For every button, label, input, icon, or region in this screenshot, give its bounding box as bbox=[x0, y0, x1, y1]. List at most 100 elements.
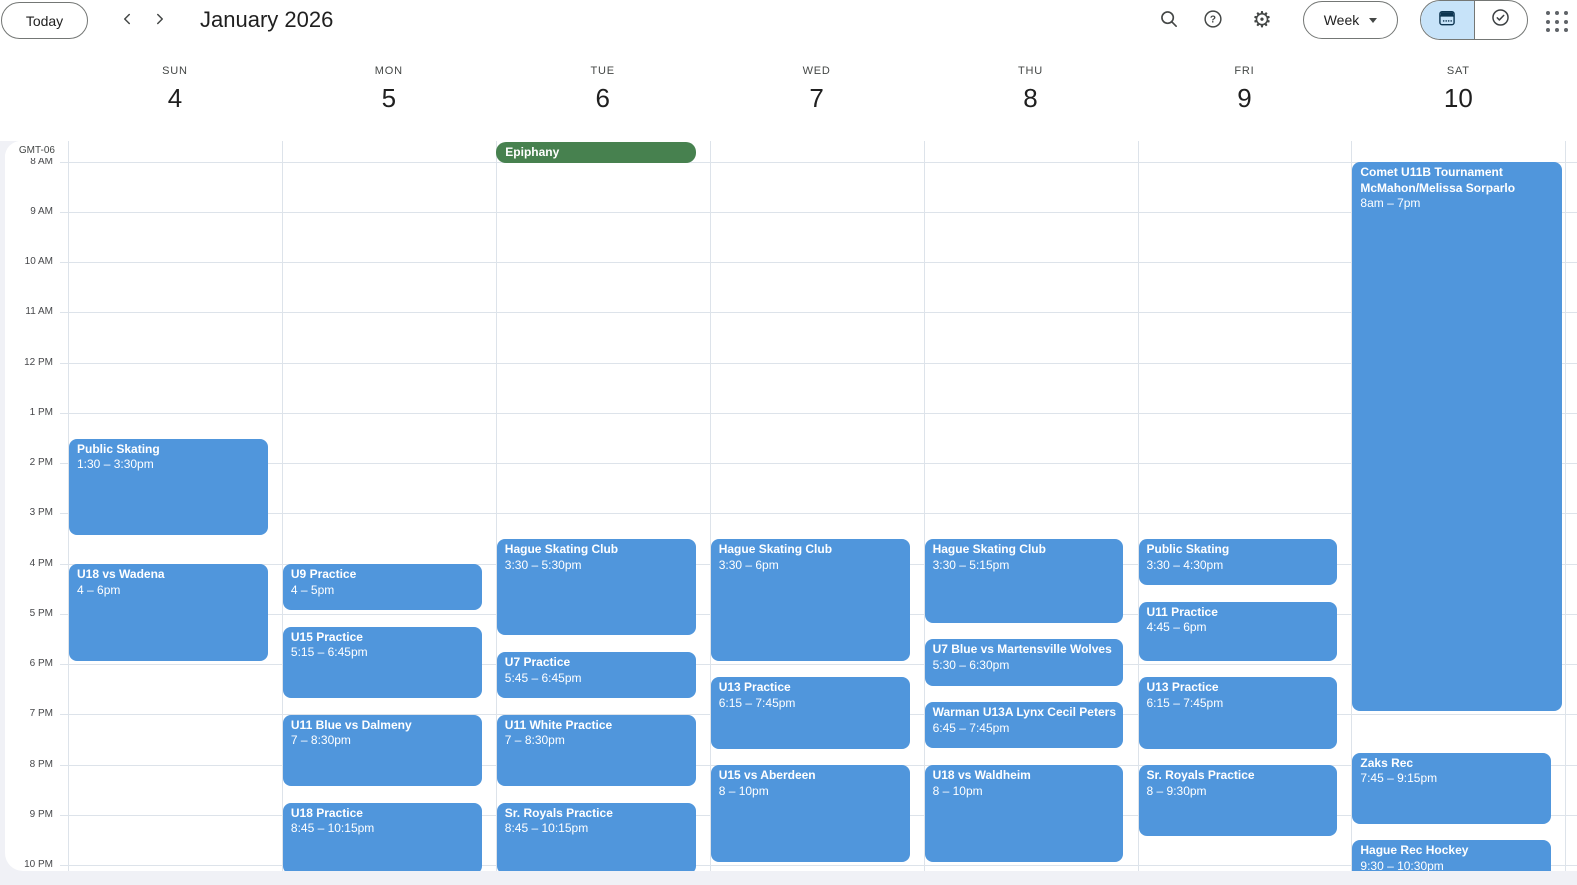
day-column-mon[interactable]: U9 Practice4 – 5pm U15 Practice5:15 – 6:4… bbox=[282, 141, 496, 871]
time-label: 10 PM bbox=[5, 859, 53, 870]
event-title: U13 Practice bbox=[719, 680, 906, 696]
event[interactable]: Public Skating3:30 – 4:30pm bbox=[1139, 539, 1338, 585]
time-label: 9 PM bbox=[5, 809, 53, 820]
event[interactable]: U7 Practice5:45 – 6:45pm bbox=[497, 652, 696, 698]
event[interactable]: U11 Blue vs Dalmeny7 – 8:30pm bbox=[283, 715, 482, 786]
event[interactable]: U11 White Practice7 – 8:30pm bbox=[497, 715, 696, 786]
event[interactable]: U7 Blue vs Martensville Wolves5:30 – 6:3… bbox=[925, 639, 1124, 685]
event[interactable]: U9 Practice4 – 5pm bbox=[283, 564, 482, 610]
event-time: 3:30 – 5:15pm bbox=[933, 558, 1120, 574]
day-column-sun[interactable]: Public Skating1:30 – 3:30pm U18 vs Wadena… bbox=[68, 141, 282, 871]
calendar-view-toggle[interactable] bbox=[1421, 1, 1474, 39]
time-label: 1 PM bbox=[5, 407, 53, 418]
event-title: U11 White Practice bbox=[505, 718, 692, 734]
event-time: 6:15 – 7:45pm bbox=[1147, 696, 1334, 712]
event-time: 4 – 5pm bbox=[291, 583, 478, 599]
today-button[interactable]: Today bbox=[1, 2, 88, 39]
event[interactable]: Zaks Rec7:45 – 9:15pm bbox=[1352, 753, 1551, 824]
previous-week-button[interactable] bbox=[111, 4, 143, 36]
event-time: 8am – 7pm bbox=[1360, 196, 1558, 212]
event[interactable]: U13 Practice6:15 – 7:45pm bbox=[1139, 677, 1338, 748]
event-title: U13 Practice bbox=[1147, 680, 1334, 696]
event[interactable]: U18 vs Waldheim8 – 10pm bbox=[925, 765, 1124, 861]
event[interactable]: U11 Practice4:45 – 6pm bbox=[1139, 602, 1338, 661]
event-title: Warman U13A Lynx Cecil Peters bbox=[933, 705, 1120, 721]
timezone-label: GMT-06 bbox=[5, 145, 55, 156]
allday-event[interactable]: Epiphany bbox=[496, 142, 696, 163]
day-column-sat[interactable]: Comet U11B Tournament McMahon/Melissa So… bbox=[1351, 141, 1565, 871]
event[interactable]: U18 vs Wadena4 – 6pm bbox=[69, 564, 268, 660]
weekday-label: THU bbox=[924, 65, 1138, 77]
weekday-label: SAT bbox=[1351, 65, 1565, 77]
chevron-left-icon bbox=[118, 10, 136, 31]
day-column-thu[interactable]: Hague Skating Club3:30 – 5:15pm U7 Blue v… bbox=[924, 141, 1138, 871]
date-number[interactable]: 4 bbox=[158, 83, 192, 114]
gear-icon: ⚙ bbox=[1252, 9, 1272, 31]
caret-down-icon bbox=[1369, 18, 1377, 23]
search-icon bbox=[1158, 8, 1180, 33]
time-label: 4 PM bbox=[5, 558, 53, 569]
date-number[interactable]: 9 bbox=[1227, 83, 1261, 114]
event-title: Public Skating bbox=[77, 442, 264, 458]
event[interactable]: Public Skating1:30 – 3:30pm bbox=[69, 439, 268, 535]
tasks-check-icon bbox=[1490, 7, 1511, 33]
event[interactable]: U13 Practice6:15 – 7:45pm bbox=[711, 677, 910, 748]
event-title: Hague Rec Hockey bbox=[1360, 843, 1547, 859]
event-time: 1:30 – 3:30pm bbox=[77, 457, 264, 473]
event[interactable]: Hague Rec Hockey9:30 – 10:30pm bbox=[1352, 840, 1551, 871]
settings-notification-dot bbox=[1269, 3, 1277, 11]
weekday-label: MON bbox=[282, 65, 496, 77]
tasks-view-toggle[interactable] bbox=[1474, 1, 1528, 39]
next-week-button[interactable] bbox=[144, 4, 176, 36]
event[interactable]: Comet U11B Tournament McMahon/Melissa So… bbox=[1352, 162, 1562, 711]
event-time: 4:45 – 6pm bbox=[1147, 620, 1334, 636]
event-time: 3:30 – 4:30pm bbox=[1147, 558, 1334, 574]
time-label: 12 PM bbox=[5, 357, 53, 368]
day-column-fri[interactable]: Public Skating3:30 – 4:30pm U11 Practice4… bbox=[1138, 141, 1352, 871]
calendar-tasks-toggle bbox=[1420, 0, 1528, 40]
day-column-wed[interactable]: Hague Skating Club3:30 – 6pm U13 Practice… bbox=[710, 141, 924, 871]
event[interactable]: U18 Practice8:45 – 10:15pm bbox=[283, 803, 482, 871]
event-title: U18 vs Waldheim bbox=[933, 768, 1120, 784]
event-title: Zaks Rec bbox=[1360, 756, 1547, 772]
day-header-fri: FRI 9 bbox=[1138, 55, 1352, 141]
event[interactable]: U15 vs Aberdeen8 – 10pm bbox=[711, 765, 910, 861]
time-label: 5 PM bbox=[5, 608, 53, 619]
event-time: 8 – 10pm bbox=[933, 784, 1120, 800]
view-selector-dropdown[interactable]: Week bbox=[1303, 1, 1398, 39]
event-title: Hague Skating Club bbox=[505, 542, 692, 558]
time-label: 7 PM bbox=[5, 708, 53, 719]
event[interactable]: Hague Skating Club3:30 – 5:30pm bbox=[497, 539, 696, 635]
svg-text:?: ? bbox=[1210, 14, 1216, 25]
week-grid: 8 AM9 AM10 AM11 AM12 PM1 PM2 PM3 PM4 PM5… bbox=[5, 141, 1577, 871]
date-number[interactable]: 8 bbox=[1013, 83, 1047, 114]
day-header-tue: TUE6 bbox=[496, 55, 710, 141]
event-time: 8 – 10pm bbox=[719, 784, 906, 800]
time-label: 3 PM bbox=[5, 507, 53, 518]
date-number[interactable]: 5 bbox=[372, 83, 406, 114]
event[interactable]: Hague Skating Club3:30 – 5:15pm bbox=[925, 539, 1124, 623]
event-time: 5:30 – 6:30pm bbox=[933, 658, 1120, 674]
search-button[interactable] bbox=[1149, 0, 1189, 40]
event[interactable]: Warman U13A Lynx Cecil Peters6:45 – 7:45… bbox=[925, 702, 1124, 748]
day-column-tue[interactable]: Epiphany Hague Skating Club3:30 – 5:30pm U… bbox=[496, 141, 710, 871]
event[interactable]: Sr. Royals Practice8 – 9:30pm bbox=[1139, 765, 1338, 836]
event[interactable]: U15 Practice5:15 – 6:45pm bbox=[283, 627, 482, 698]
event-title: U15 vs Aberdeen bbox=[719, 768, 906, 784]
google-apps-grid-button[interactable] bbox=[1544, 9, 1570, 35]
time-label: 6 PM bbox=[5, 658, 53, 669]
date-number[interactable]: 6 bbox=[586, 83, 620, 114]
help-button[interactable]: ? bbox=[1193, 0, 1233, 40]
event-time: 3:30 – 6pm bbox=[719, 558, 906, 574]
event[interactable]: Sr. Royals Practice8:45 – 10:15pm bbox=[497, 803, 696, 871]
date-number[interactable]: 7 bbox=[799, 83, 833, 114]
time-label: 9 AM bbox=[5, 206, 53, 217]
weekday-label: FRI bbox=[1138, 65, 1352, 77]
event-time: 8 – 9:30pm bbox=[1147, 784, 1334, 800]
time-label: 8 PM bbox=[5, 759, 53, 770]
date-number[interactable]: 10 bbox=[1434, 83, 1483, 114]
event[interactable]: Hague Skating Club3:30 – 6pm bbox=[711, 539, 910, 661]
apps-notification-dot bbox=[1552, 0, 1558, 6]
day-header-thu: THU 8 bbox=[924, 55, 1138, 141]
event-title: U15 Practice bbox=[291, 630, 478, 646]
